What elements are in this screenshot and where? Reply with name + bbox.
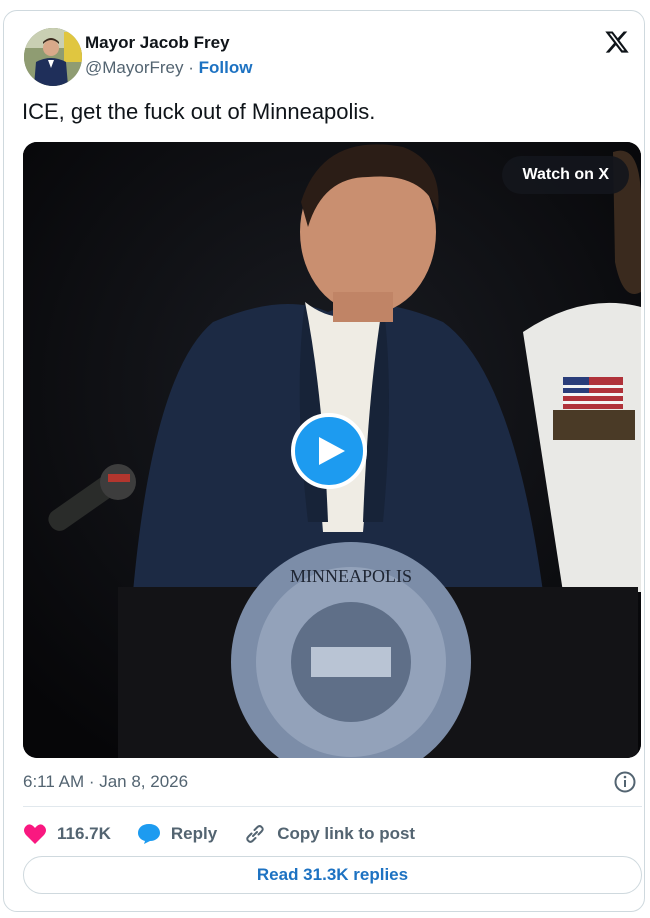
separator-dot: ·: [188, 58, 194, 77]
info-icon[interactable]: [614, 771, 636, 793]
link-icon: [246, 825, 264, 843]
tweet-text: ICE, get the fuck out of Minneapolis.: [22, 99, 376, 124]
svg-text:MINNEAPOLIS: MINNEAPOLIS: [290, 566, 412, 586]
author-name[interactable]: Mayor Jacob Frey: [85, 33, 230, 53]
author-handle[interactable]: @MayorFrey: [85, 58, 184, 77]
reply-button[interactable]: Reply: [137, 823, 217, 845]
play-button[interactable]: [291, 413, 367, 489]
copy-link-button[interactable]: Copy link to post: [243, 822, 415, 846]
video-player[interactable]: MINNEAPOLIS Watch on X: [23, 142, 641, 758]
x-logo-icon[interactable]: [604, 29, 630, 55]
action-bar: 116.7K Reply Copy link to post: [23, 821, 441, 847]
author-handle-row: @MayorFrey · Follow: [85, 58, 252, 78]
tweet-timestamp[interactable]: 6:11 AM · Jan 8, 2026: [23, 772, 188, 792]
reply-bubble-icon: [137, 824, 160, 844]
like-count: 116.7K: [57, 824, 111, 843]
heart-icon: [24, 824, 46, 844]
like-button[interactable]: 116.7K: [23, 823, 111, 845]
read-replies-button[interactable]: Read 31.3K replies: [23, 856, 642, 894]
tweet-card: Mayor Jacob Frey @MayorFrey · Follow ICE…: [3, 10, 645, 912]
copy-link-label: Copy link to post: [277, 824, 416, 843]
author-avatar[interactable]: [24, 28, 82, 86]
follow-button[interactable]: Follow: [199, 58, 253, 77]
divider: [23, 806, 642, 807]
watch-on-x-button[interactable]: Watch on X: [502, 156, 629, 194]
play-icon: [319, 437, 345, 465]
reply-label: Reply: [170, 824, 218, 843]
